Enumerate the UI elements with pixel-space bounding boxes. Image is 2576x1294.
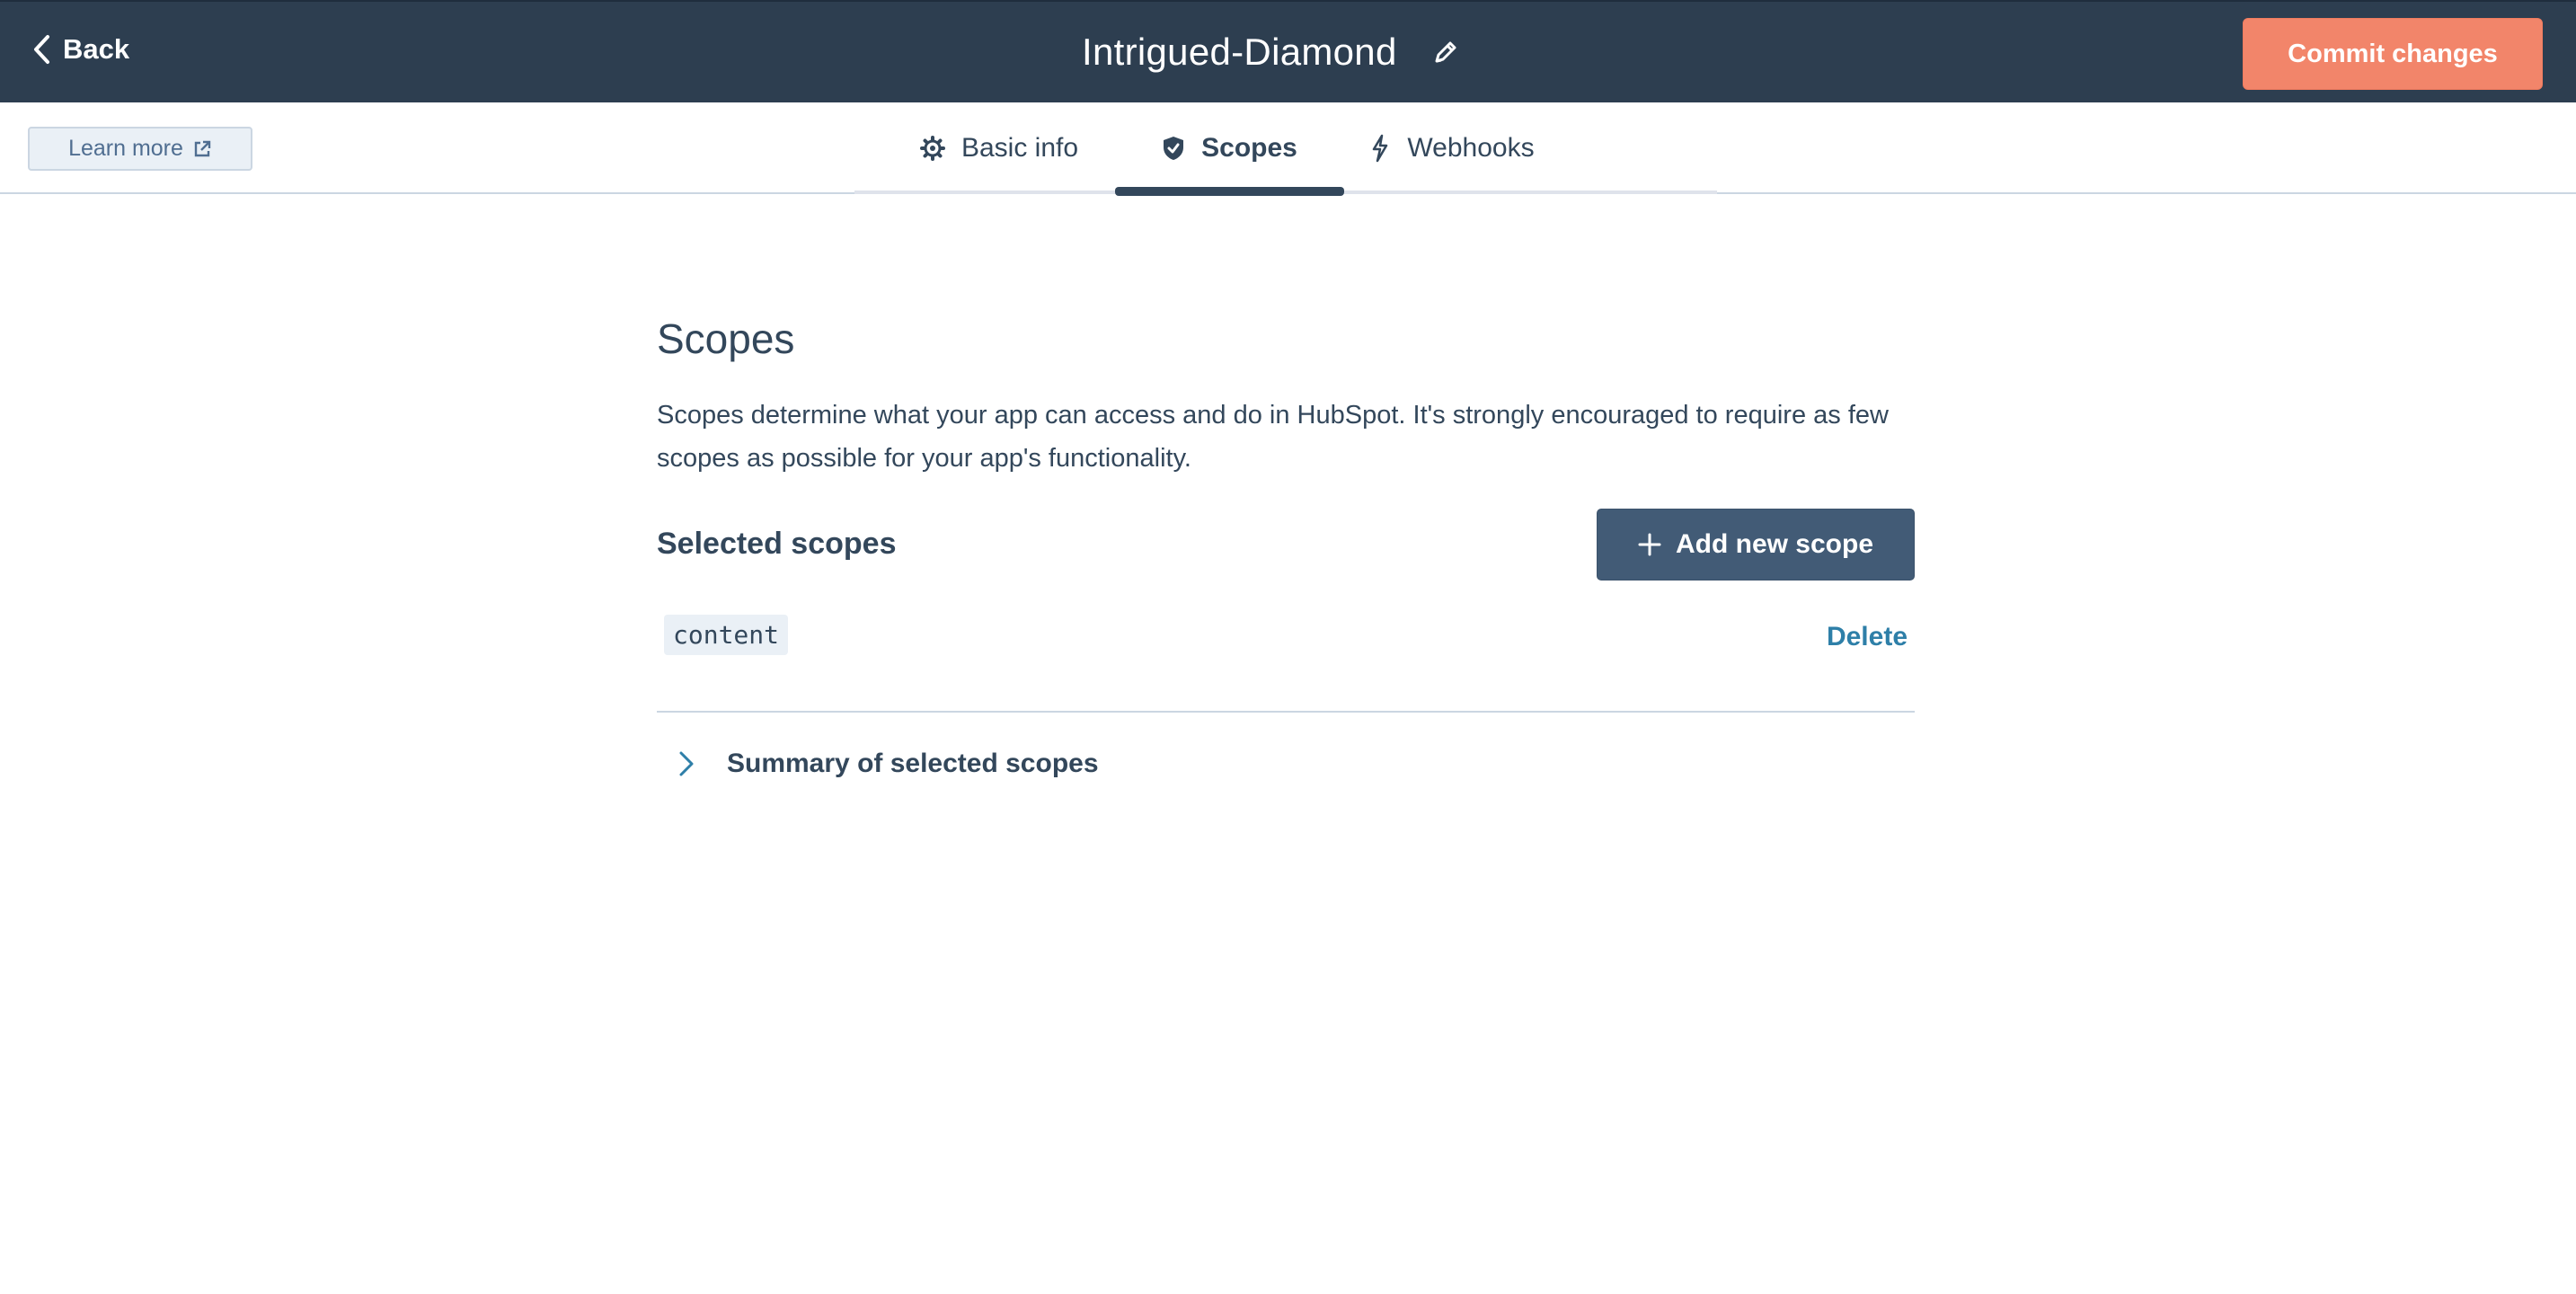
back-button[interactable]: Back [32,29,129,70]
plus-icon [1638,533,1661,556]
scope-name: content [664,615,789,655]
tabs: Basic info Scopes Webhooks [854,102,1717,196]
summary-toggle[interactable]: Summary of selected scopes [678,739,1099,789]
back-label: Back [63,33,130,65]
pencil-icon[interactable] [1431,38,1460,66]
shield-check-icon [1162,135,1185,162]
lightning-icon [1369,134,1391,163]
scope-row: content Delete [657,615,1915,705]
external-link-icon [194,140,211,156]
commit-changes-button[interactable]: Commit changes [2243,18,2543,90]
app-title-area: Intrigued-Diamond [1082,25,1460,79]
learn-more-button[interactable]: Learn more [28,127,252,171]
tab-basic-info[interactable]: Basic info [905,102,1093,194]
summary-label: Summary of selected scopes [727,749,1099,778]
tab-scopes[interactable]: Scopes [1115,102,1344,194]
chevron-right-icon [678,750,695,777]
add-new-scope-label: Add new scope [1675,529,1874,559]
tab-basic-info-label: Basic info [960,133,1079,163]
learn-more-label: Learn more [68,136,183,161]
divider [657,711,1915,713]
scopes-description: Scopes determine what your app can acces… [657,401,1889,473]
tab-scopes-label: Scopes [1201,133,1297,163]
tab-webhooks[interactable]: Webhooks [1358,102,1546,194]
top-header: Back Intrigued-Diamond Commit changes [0,0,2576,102]
chevron-left-icon [34,35,49,64]
gear-icon [919,136,945,161]
selected-scopes-heading: Selected scopes [657,527,897,561]
active-tab-indicator [1115,187,1344,196]
add-new-scope-button[interactable]: Add new scope [1597,509,1915,581]
page-title: Scopes [657,315,795,362]
app-title: Intrigued-Diamond [1082,31,1397,73]
tab-bar: Learn more Basic info Scopes Webhooks [0,102,2576,196]
delete-scope-button[interactable]: Delete [1827,622,1908,652]
tab-webhooks-label: Webhooks [1407,133,1535,163]
